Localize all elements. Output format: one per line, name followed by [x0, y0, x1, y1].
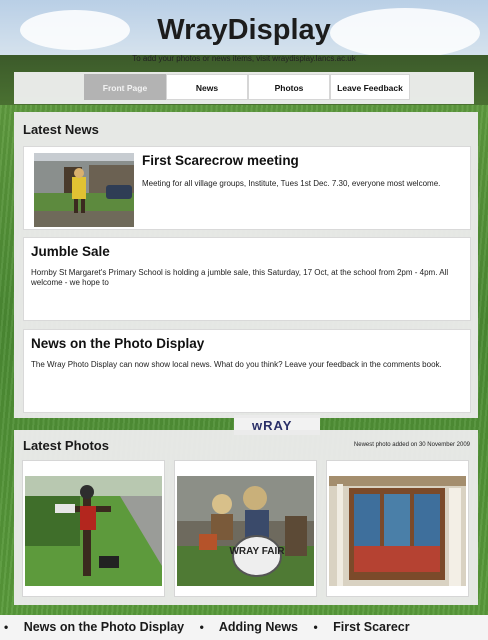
ticker-item[interactable]: Adding News — [219, 620, 298, 634]
ticker-separator: • — [313, 620, 318, 634]
news-item-jumble-sale[interactable]: Jumble Sale Hornby St Margaret's Primary… — [23, 237, 471, 321]
latest-news-panel: Latest News First Scarecrow meeting Meet… — [14, 112, 478, 418]
tab-photos[interactable]: Photos — [248, 74, 330, 100]
news-item-title: Jumble Sale — [31, 244, 110, 259]
news-item-body: Meeting for all village groups, Institut… — [142, 179, 441, 188]
wray-fair-image: WRAY FAIR — [177, 476, 314, 586]
news-item-photo-display[interactable]: News on the Photo Display The Wray Photo… — [23, 329, 471, 413]
wray-fair-caption: WRAY FAIR — [229, 546, 285, 557]
latest-photos-heading: Latest Photos — [23, 438, 109, 453]
tagline: To add your photos or news items, visit … — [132, 54, 356, 63]
news-item-body: Hornby St Margaret's Primary School is h… — [31, 268, 449, 287]
tab-front-page[interactable]: Front Page — [84, 74, 166, 100]
latest-news-heading: Latest News — [23, 122, 99, 137]
scarecrow-image — [34, 153, 134, 227]
scarecrow-photo[interactable] — [34, 153, 134, 227]
scarecrow-roadside-photo[interactable] — [25, 476, 162, 586]
tab-news[interactable]: News — [166, 74, 248, 100]
site-title: WrayDisplay — [157, 14, 331, 46]
news-item-body: The Wray Photo Display can now show loca… — [31, 360, 442, 369]
ticker-item[interactable]: News on the Photo Display — [24, 620, 184, 634]
ticker-separator: • — [199, 620, 204, 634]
photo-card[interactable] — [326, 460, 469, 597]
scarecrow-roadside-image — [25, 476, 162, 586]
photo-card[interactable] — [22, 460, 165, 597]
news-item-scarecrow[interactable]: First Scarecrow meeting Meeting for all … — [23, 146, 471, 230]
shop-window-photo[interactable] — [329, 476, 466, 586]
photo-card[interactable]: WRAY FAIR — [174, 460, 317, 597]
wray-fair-scarecrows-photo[interactable]: WRAY FAIR — [177, 476, 314, 586]
newest-photo-note: Newest photo added on 30 November 2009 — [353, 442, 470, 448]
ticker-line: • News on the Photo Display • Adding New… — [4, 620, 422, 634]
main-nav: Front Page News Photos Leave Feedback — [14, 72, 474, 104]
tab-leave-feedback[interactable]: Leave Feedback — [330, 74, 410, 100]
ticker-separator: • — [4, 620, 9, 634]
ticker-item[interactable]: First Scarecr — [333, 620, 409, 634]
news-item-title: First Scarecrow meeting — [142, 153, 299, 168]
news-item-title: News on the Photo Display — [31, 336, 205, 351]
shop-window-image — [329, 476, 466, 586]
news-ticker: • News on the Photo Display • Adding New… — [0, 615, 488, 640]
